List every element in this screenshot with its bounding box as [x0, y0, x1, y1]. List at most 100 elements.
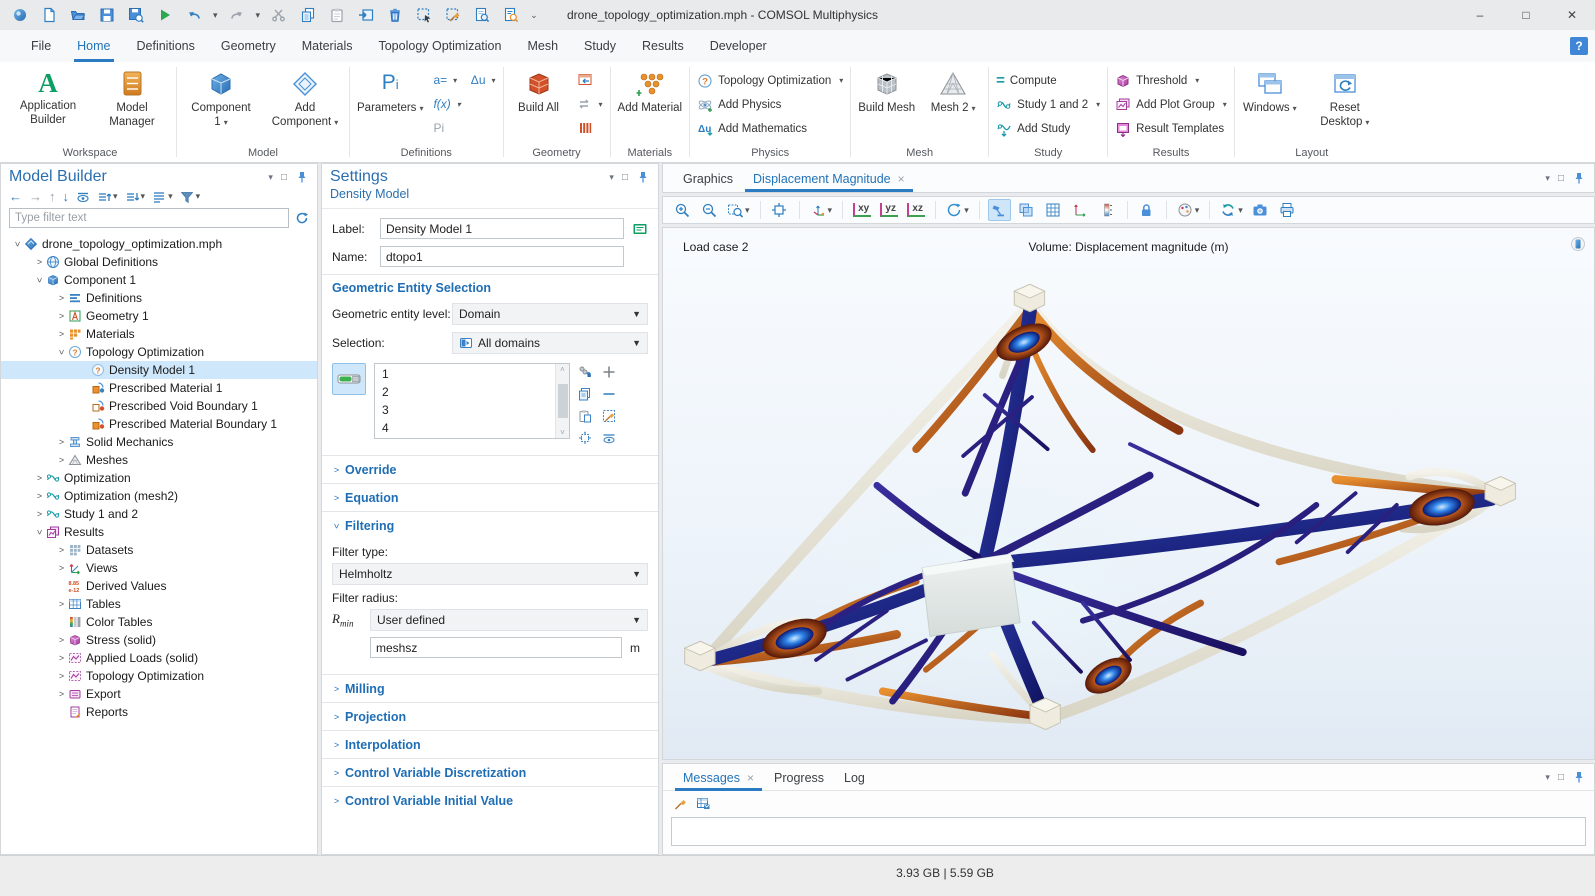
parameter-case-button[interactable]: Pi	[433, 117, 460, 139]
delete-button[interactable]	[385, 5, 405, 25]
functions-button[interactable]: f(x)	[433, 93, 460, 115]
section-milling[interactable]: Milling	[322, 674, 658, 702]
section-override[interactable]: Override	[322, 455, 658, 483]
section-filtering[interactable]: Filtering	[322, 511, 658, 539]
tree-item-datasets[interactable]: Datasets	[1, 541, 317, 559]
help-button[interactable]: ?	[1570, 37, 1588, 55]
section-projection[interactable]: Projection	[322, 702, 658, 730]
windows-button[interactable]: Windows	[1242, 65, 1298, 115]
panel-menu-icon[interactable]: ▾	[609, 172, 614, 183]
cut-button[interactable]	[269, 5, 289, 25]
active-toggle-button[interactable]	[332, 363, 366, 395]
tab-messages[interactable]: Messages×	[673, 771, 764, 790]
snapshot-button[interactable]	[1250, 199, 1272, 221]
remove-selection-icon[interactable]	[602, 387, 616, 401]
float-panel-icon[interactable]: □	[281, 172, 287, 183]
tab-mesh[interactable]: Mesh	[514, 30, 571, 62]
show-axes-button[interactable]	[1070, 199, 1092, 221]
tab-home[interactable]: Home	[64, 30, 123, 62]
new-file-button[interactable]	[39, 5, 59, 25]
tree-item-optimization[interactable]: Optimization	[1, 469, 317, 487]
clear-selection-button[interactable]	[443, 5, 463, 25]
add-plot-group-button[interactable]: Add Plot Group	[1115, 93, 1227, 116]
application-builder-button[interactable]: A Application Builder	[11, 65, 85, 128]
close-tab-icon[interactable]: ×	[747, 771, 754, 785]
panel-menu-icon[interactable]: ▾	[268, 172, 273, 183]
copy-button[interactable]	[298, 5, 318, 25]
name-input[interactable]	[380, 246, 624, 267]
scene-light-button[interactable]	[988, 199, 1011, 221]
selection-select[interactable]: All domains▼	[452, 332, 648, 354]
tree-item-geometry-1[interactable]: Geometry 1	[1, 307, 317, 325]
tree-item-optimization-mesh2[interactable]: Optimization (mesh2)	[1, 487, 317, 505]
zoom-to-selection-icon[interactable]	[578, 431, 592, 445]
close-tab-icon[interactable]: ×	[898, 172, 905, 186]
tab-progress[interactable]: Progress	[764, 771, 834, 790]
tree-item-materials[interactable]: Materials	[1, 325, 317, 343]
clear-selection-icon[interactable]	[602, 409, 616, 423]
parameters-button[interactable]: Pi Parameters	[357, 65, 423, 115]
qat-customize-button[interactable]: ⌄	[530, 10, 538, 21]
compute-button[interactable]: = Compute	[996, 69, 1100, 92]
scroll-up-icon[interactable]: ˄	[560, 365, 565, 374]
add-material-button[interactable]: Add Material	[618, 65, 683, 115]
result-templates-button[interactable]: Result Templates	[1115, 117, 1227, 140]
tree-item-views[interactable]: Views	[1, 559, 317, 577]
tree-item-component-1[interactable]: Component 1	[1, 271, 317, 289]
rotate-view-button[interactable]: ▾	[944, 199, 971, 221]
list-scrollbar[interactable]: ˄˅	[555, 364, 569, 438]
move-down-button[interactable]: ↓	[63, 189, 70, 204]
add-mathematics-button[interactable]: Δu Add Mathematics	[697, 117, 843, 140]
selection-item[interactable]: 1	[375, 365, 555, 383]
save-button[interactable]	[97, 5, 117, 25]
graphics-canvas[interactable]: Load case 2 Volume: Displacement magnitu…	[662, 227, 1595, 760]
variables-button[interactable]: a=	[433, 69, 460, 91]
tab-materials[interactable]: Materials	[289, 30, 366, 62]
pin-icon[interactable]	[636, 170, 650, 184]
tree-item-prescribed-void-boundary-1[interactable]: Prescribed Void Boundary 1	[1, 397, 317, 415]
minimize-button[interactable]: –	[1457, 0, 1503, 30]
section-control-variable-discretization[interactable]: Control Variable Discretization	[322, 758, 658, 786]
add-component-button[interactable]: Add Component	[268, 65, 342, 130]
tree-item-prescribed-material-boundary-1[interactable]: Prescribed Material Boundary 1	[1, 415, 317, 433]
label-input[interactable]	[380, 218, 624, 239]
tree-item-topology-optimization[interactable]: ?Topology Optimization	[1, 343, 317, 361]
tree-item-solid-mechanics[interactable]: Solid Mechanics	[1, 433, 317, 451]
find-button[interactable]	[472, 5, 492, 25]
tree-item-study-1-and-2[interactable]: Study 1 and 2	[1, 505, 317, 523]
tree-item-prescribed-material-1[interactable]: Prescribed Material 1	[1, 379, 317, 397]
tab-results[interactable]: Results	[629, 30, 697, 62]
topology-optimization-interface-button[interactable]: ? Topology Optimization	[697, 69, 843, 92]
tree-item-topology-optimization-results[interactable]: Topology Optimization	[1, 667, 317, 685]
open-file-button[interactable]	[68, 5, 88, 25]
tree-item-stress-solid[interactable]: Stress (solid)	[1, 631, 317, 649]
tree-item-density-model-1[interactable]: ?Density Model 1	[1, 361, 317, 379]
tab-log[interactable]: Log	[834, 771, 875, 790]
model-manager-button[interactable]: Model Manager	[95, 65, 169, 130]
appearance-button[interactable]: ▾	[1175, 199, 1202, 221]
selection-item[interactable]: 4	[375, 419, 555, 437]
panel-menu-icon[interactable]: ▾	[1545, 173, 1550, 184]
study-1-and-2-button[interactable]: Study 1 and 2	[996, 93, 1100, 116]
selection-list[interactable]: 1 2 3 4 ˄˅	[374, 363, 570, 439]
update-plot-button[interactable]: ▾	[1218, 199, 1245, 221]
add-selection-icon[interactable]	[602, 365, 616, 379]
show-icon[interactable]	[76, 190, 90, 204]
color-legend-button[interactable]	[1097, 199, 1119, 221]
close-button[interactable]: ✕	[1549, 0, 1595, 30]
table-messages-icon[interactable]	[696, 796, 710, 810]
float-panel-icon[interactable]: □	[622, 172, 628, 183]
view-orientation-button[interactable]: ▾	[808, 199, 835, 221]
pin-icon[interactable]	[1572, 770, 1586, 784]
insert-sequence-button[interactable]	[577, 69, 603, 91]
pin-icon[interactable]	[1572, 171, 1586, 185]
build-mesh-button[interactable]: Build Mesh	[858, 65, 915, 115]
nonlocal-couplings-button[interactable]: Δu	[471, 69, 496, 91]
nav-forward-button[interactable]: →	[29, 189, 42, 204]
tree-item-definitions[interactable]: Definitions	[1, 289, 317, 307]
node-order-button[interactable]: ▾	[152, 190, 173, 204]
tree-item-results[interactable]: Results	[1, 523, 317, 541]
messages-output-box[interactable]	[671, 817, 1586, 846]
redo-caret-icon[interactable]: ▾	[256, 10, 261, 21]
render-label-icon[interactable]	[632, 221, 648, 237]
